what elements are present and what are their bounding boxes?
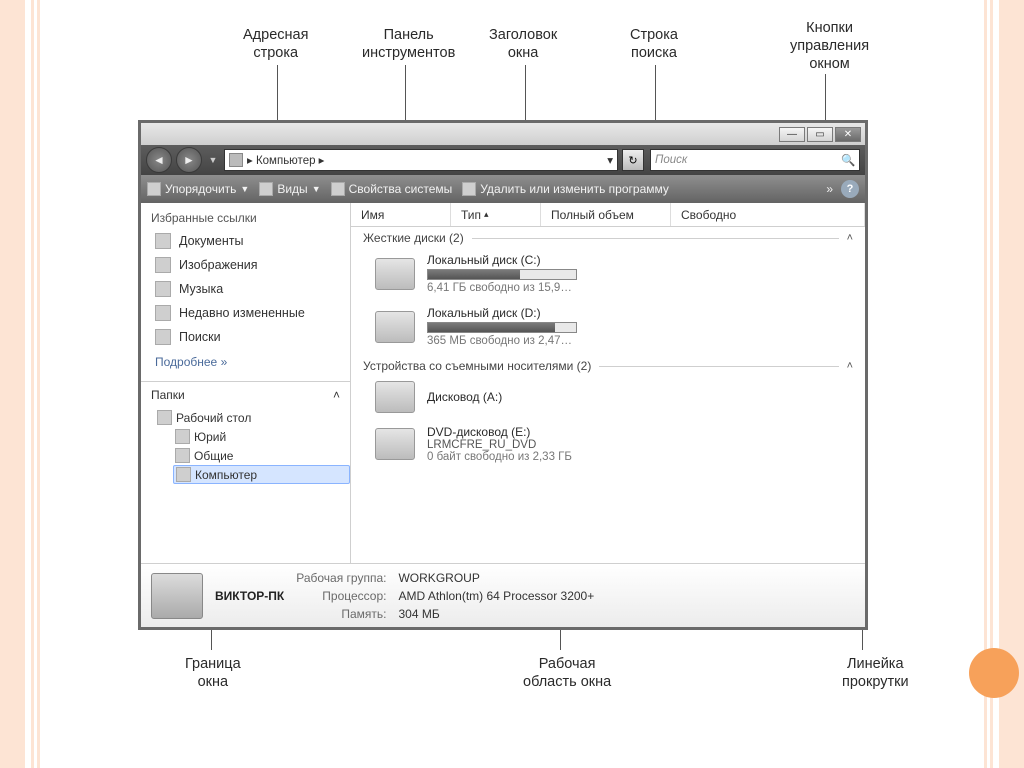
sidebar-item-music[interactable]: Музыка [141,277,350,301]
col-name[interactable]: Имя [351,203,451,226]
computer-tree-icon [176,467,191,482]
col-type[interactable]: Тип▴ [451,203,541,226]
callout-toolbar: Панель инструментов [362,26,455,62]
drive-c-free: 6,41 ГБ свободно из 15,9… [427,282,577,294]
hdd-icon [375,258,415,290]
sidebar-item-pictures[interactable]: Изображения [141,253,350,277]
chevron-up-icon: ˄ [847,232,853,244]
close-button[interactable]: ✕ [835,127,861,142]
details-pane: ВИКТОР-ПК Рабочая группа: Процессор: Пам… [141,563,865,627]
views-icon [259,182,273,196]
history-dropdown[interactable]: ▼ [206,155,220,165]
callout-border: Граница окна [185,655,241,691]
desktop-icon [157,410,172,425]
hdd-icon [375,311,415,343]
address-path: ▸ Компьютер ▸ [247,153,324,167]
computer-icon [229,153,243,167]
system-properties-button[interactable]: Свойства системы [331,182,453,196]
callout-scrollbar: Линейка прокрутки [842,655,909,691]
drive-d-usage-bar [427,322,577,333]
sidebar-item-documents[interactable]: Документы [141,229,350,253]
section-hdd[interactable]: Жесткие диски (2)˄ [351,227,865,249]
callout-search: Строка поиска [630,26,678,62]
uninstall-button[interactable]: Удалить или изменить программу [462,182,669,196]
toolbar-overflow[interactable]: » [826,182,833,196]
organize-menu[interactable]: Упорядочить▼ [147,182,249,196]
public-icon [175,448,190,463]
explorer-window: — ▭ ✕ ◄ ► ▼ ▸ Компьютер ▸ ▾ ↻ Поиск 🔍 Уп… [138,120,868,630]
floppy-icon [375,381,415,413]
sysprops-icon [331,182,345,196]
nav-row: ◄ ► ▼ ▸ Компьютер ▸ ▾ ↻ Поиск 🔍 [141,145,865,175]
recent-icon [155,305,171,321]
drive-d-name: Локальный диск (D:) [427,306,577,320]
computer-large-icon [151,573,203,619]
column-headers: Имя Тип▴ Полный объем Свободно [351,203,865,227]
callout-controls: Кнопки управления окном [790,19,869,73]
sidebar-more-link[interactable]: Подробнее » [141,349,350,379]
pictures-icon [155,257,171,273]
content-pane: Имя Тип▴ Полный объем Свободно Жесткие д… [351,203,865,563]
folders-header[interactable]: Папки˄ [141,384,350,406]
searches-icon [155,329,171,345]
drive-a[interactable]: Дисковод (A:) [351,377,865,421]
drive-e-label: LRMCFRE_RU_DVD [427,439,572,451]
memory-value: 304 МБ [398,605,594,623]
search-input[interactable]: Поиск 🔍 [650,149,860,171]
back-button[interactable]: ◄ [146,147,172,173]
help-icon[interactable]: ? [841,180,859,198]
tree-user[interactable]: Юрий [157,427,350,446]
drive-a-name: Дисковод (A:) [427,390,502,404]
titlebar[interactable]: — ▭ ✕ [141,123,865,145]
drive-e[interactable]: DVD-дисковод (E:) LRMCFRE_RU_DVD 0 байт … [351,421,865,465]
organize-icon [147,182,161,196]
callout-address: Адресная строка [243,26,308,62]
drive-d-free: 365 МБ свободно из 2,47… [427,335,577,347]
drive-d[interactable]: Локальный диск (D:) 365 МБ свободно из 2… [351,302,865,355]
callout-title: Заголовок окна [489,26,557,62]
chevron-up-icon: ˄ [333,388,340,402]
computer-name: ВИКТОР-ПК [215,589,284,603]
drive-e-free: 0 байт свободно из 2,33 ГБ [427,451,572,463]
tree-desktop[interactable]: Рабочий стол [157,408,350,427]
uninstall-icon [462,182,476,196]
address-bar[interactable]: ▸ Компьютер ▸ ▾ [224,149,618,171]
drive-c-name: Локальный диск (C:) [427,253,577,267]
command-toolbar: Упорядочить▼ Виды▼ Свойства системы Удал… [141,175,865,203]
col-free[interactable]: Свободно [671,203,865,226]
favorites-header: Избранные ссылки [141,203,350,229]
col-total[interactable]: Полный объем [541,203,671,226]
refresh-button[interactable]: ↻ [622,149,644,171]
navigation-pane: Избранные ссылки Документы Изображения М… [141,203,351,563]
address-dropdown-icon[interactable]: ▾ [607,153,613,167]
tree-public[interactable]: Общие [157,446,350,465]
callout-workarea: Рабочая область окна [523,655,611,691]
drive-e-name: DVD-дисковод (E:) [427,425,572,439]
folder-tree: Рабочий стол Юрий Общие Компьютер [141,406,350,484]
tree-computer[interactable]: Компьютер [173,465,350,484]
music-icon [155,281,171,297]
views-menu[interactable]: Виды▼ [259,182,320,196]
maximize-button[interactable]: ▭ [807,127,833,142]
search-icon: 🔍 [841,153,855,167]
search-placeholder: Поиск [655,154,687,166]
drive-c-usage-bar [427,269,577,280]
sidebar-item-recent[interactable]: Недавно измененные [141,301,350,325]
workgroup-value: WORKGROUP [398,569,594,587]
chevron-up-icon: ˄ [847,360,853,372]
minimize-button[interactable]: — [779,127,805,142]
dvd-icon [375,428,415,460]
user-icon [175,429,190,444]
forward-button[interactable]: ► [176,147,202,173]
sidebar-item-searches[interactable]: Поиски [141,325,350,349]
documents-icon [155,233,171,249]
drive-c[interactable]: Локальный диск (C:) 6,41 ГБ свободно из … [351,249,865,302]
cpu-value: AMD Athlon(tm) 64 Processor 3200+ [398,587,594,605]
section-removable[interactable]: Устройства со съемными носителями (2)˄ [351,355,865,377]
